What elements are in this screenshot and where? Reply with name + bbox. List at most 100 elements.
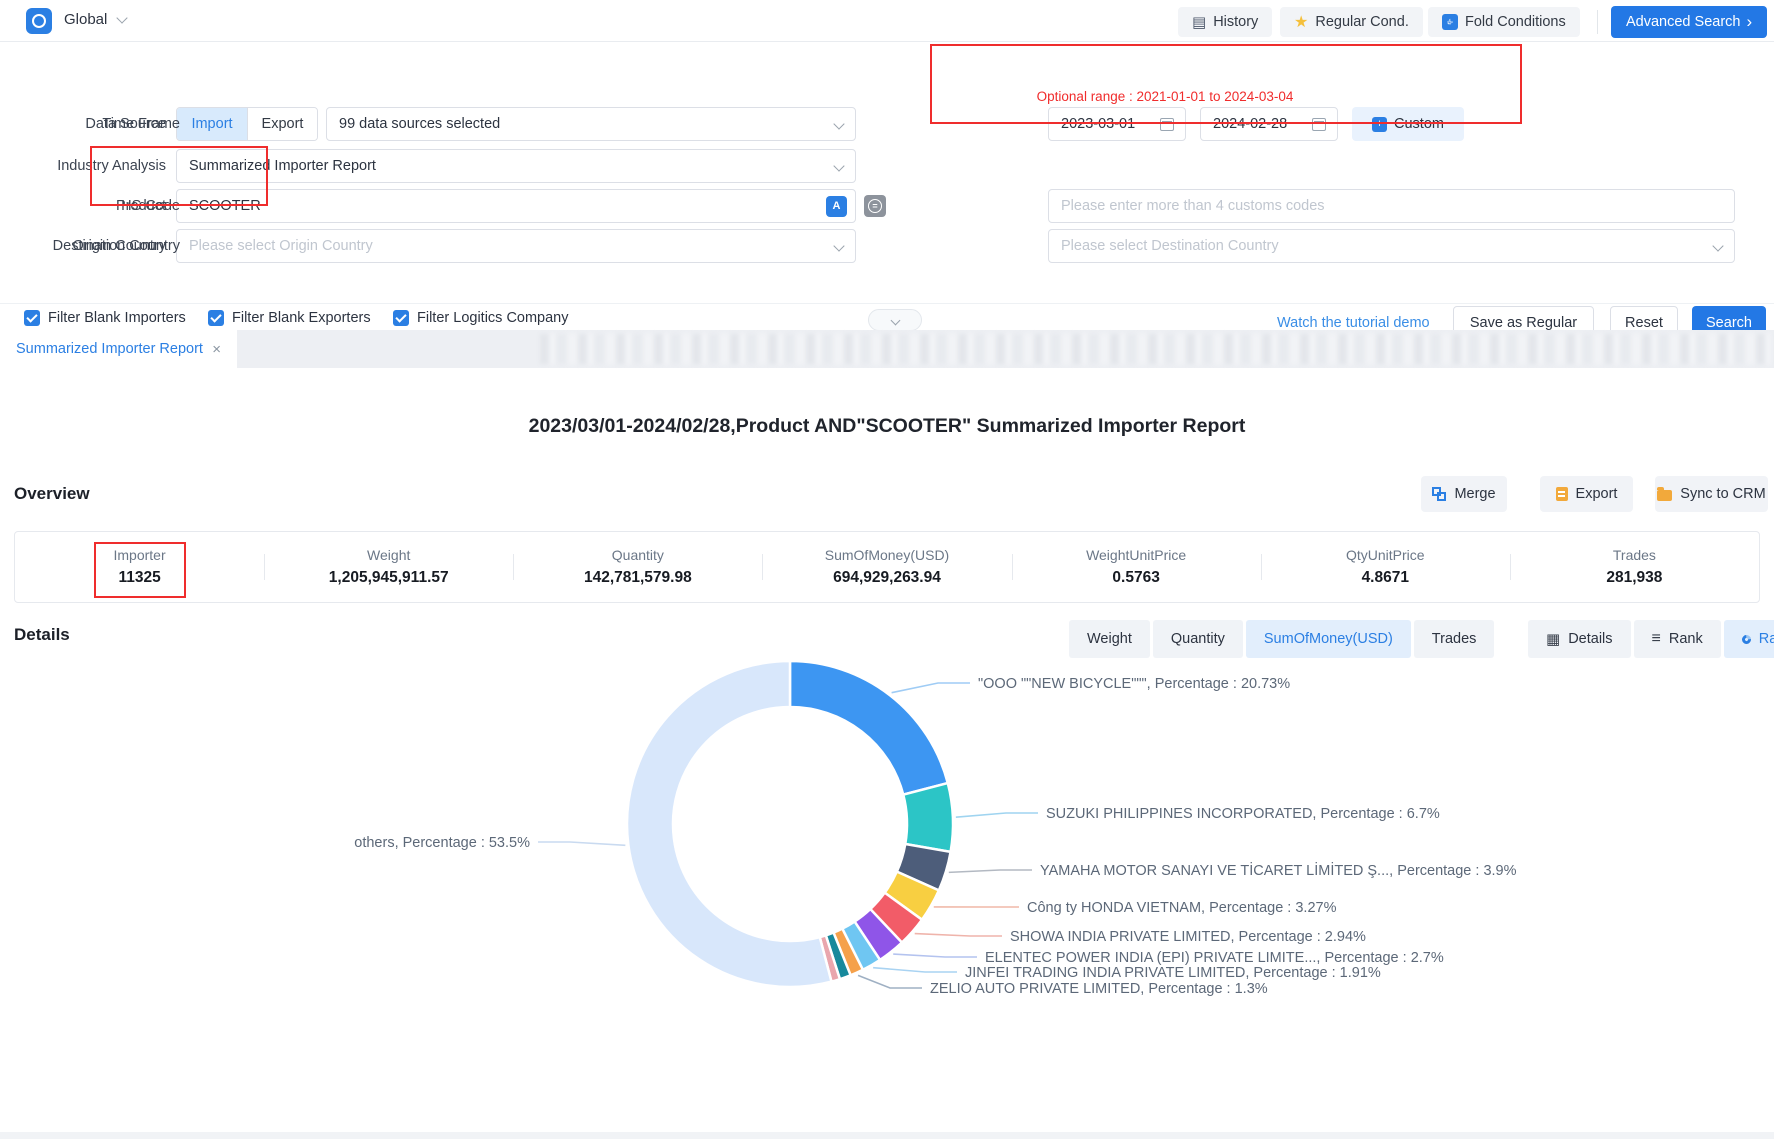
chart-label: JINFEI TRADING INDIA PRIVATE LIMITED, Pe… xyxy=(965,965,1381,981)
search-form: Data Source Import Export 99 data source… xyxy=(0,42,1774,304)
product-input[interactable] xyxy=(177,198,855,214)
translate-icon[interactable]: A xyxy=(826,196,847,217)
chart-label: Công ty HONDA VIETNAM, Percentage : 3.27… xyxy=(1027,900,1337,916)
chevron-down-icon xyxy=(890,315,900,325)
merge-icon xyxy=(1432,487,1446,501)
chevron-right-icon: › xyxy=(1746,12,1752,32)
tab-quantity[interactable]: Quantity xyxy=(1153,620,1243,658)
importer-share-donut-chart: "OOO ""NEW BICYCLE""", Percentage : 20.7… xyxy=(0,660,1774,1139)
stat-weight: Weight 1,205,945,911.57 xyxy=(264,532,513,602)
overview-heading: Overview xyxy=(14,484,90,504)
destination-country-select[interactable]: Please select Destination Country xyxy=(1048,229,1735,263)
global-logo-icon xyxy=(26,8,52,34)
divider xyxy=(1597,10,1598,34)
export-tab[interactable]: Export xyxy=(247,108,317,140)
chart-leader-line xyxy=(956,813,1038,817)
blurred-tabs-area xyxy=(540,334,1774,364)
advanced-search-button[interactable]: Advanced Search › xyxy=(1611,6,1767,38)
chart-leader-line xyxy=(538,842,625,845)
donut-segment[interactable] xyxy=(790,661,948,795)
chevron-down-icon xyxy=(833,118,844,129)
bottom-divider xyxy=(0,1132,1774,1139)
overview-stats-card: Importer 11325 Weight 1,205,945,911.57 Q… xyxy=(14,531,1760,603)
fold-conditions-button[interactable]: « Fold Conditions xyxy=(1428,7,1580,37)
sync-to-crm-button[interactable]: Sync to CRM xyxy=(1655,476,1768,512)
tab-sumofmoney[interactable]: SumOfMoney(USD) xyxy=(1246,620,1411,658)
chart-leader-line xyxy=(915,934,1002,936)
stat-qtyunitprice: QtyUnitPrice 4.8671 xyxy=(1261,532,1510,602)
import-tab[interactable]: Import xyxy=(177,108,247,140)
custom-range-button[interactable]: + Custom xyxy=(1352,107,1464,141)
report-title: 2023/03/01-2024/02/28,Product AND"SCOOTE… xyxy=(0,415,1774,438)
origin-country-select[interactable]: Please select Origin Country xyxy=(176,229,856,263)
chart-label: YAMAHA MOTOR SANAYI VE TİCARET LİMİTED Ş… xyxy=(1040,861,1517,879)
history-icon: ▤ xyxy=(1192,13,1206,31)
stat-importer: Importer 11325 xyxy=(15,532,264,602)
tab-weight[interactable]: Weight xyxy=(1069,620,1150,658)
tutorial-demo-link[interactable]: Watch the tutorial demo xyxy=(1277,315,1430,331)
calendar-icon xyxy=(1312,118,1326,131)
checkbox-checked-icon xyxy=(24,310,40,326)
date-end-field[interactable]: 2024-02-28 xyxy=(1200,107,1338,141)
report-tab-strip: Summarized Importer Report × xyxy=(0,330,1774,368)
stat-sumofmoney: SumOfMoney(USD) 694,929,263.94 xyxy=(762,532,1011,602)
donut-segment[interactable] xyxy=(627,661,831,987)
chart-leader-line xyxy=(858,975,922,988)
filter-blank-exporters-checkbox[interactable]: Filter Blank Exporters xyxy=(208,310,371,326)
export-button[interactable]: Export xyxy=(1540,476,1633,512)
close-icon[interactable]: × xyxy=(212,341,221,358)
region-selector[interactable]: Global xyxy=(64,11,107,28)
view-tab-group: ▦ Details ≡ Rank Ratio xyxy=(1528,620,1774,658)
chart-leader-line xyxy=(892,683,970,693)
industry-analysis-label: Industry Analysis xyxy=(0,149,166,183)
chart-label: others, Percentage : 53.5% xyxy=(354,835,530,851)
date-start-field[interactable]: 2023-03-01 xyxy=(1048,107,1186,141)
optional-range-note: Optional range : 2021-01-01 to 2024-03-0… xyxy=(940,89,1390,104)
filter-blank-importers-checkbox[interactable]: Filter Blank Importers xyxy=(24,310,186,326)
donut-segment[interactable] xyxy=(903,783,953,852)
tab-ratio-view[interactable]: Ratio xyxy=(1724,620,1774,658)
calendar-icon xyxy=(1160,118,1174,131)
chart-leader-line xyxy=(893,954,977,957)
checkbox-checked-icon xyxy=(393,310,409,326)
chevron-down-icon xyxy=(833,240,844,251)
rank-list-icon: ≡ xyxy=(1652,631,1661,647)
hs-code-input[interactable] xyxy=(1049,198,1734,214)
filter-logitics-company-checkbox[interactable]: Filter Logitics Company xyxy=(393,310,569,326)
export-file-icon xyxy=(1556,487,1568,501)
hs-code-field xyxy=(1048,189,1735,223)
expand-conditions-button[interactable] xyxy=(868,309,922,331)
chart-label: SUZUKI PHILIPPINES INCORPORATED, Percent… xyxy=(1046,806,1440,822)
page: Global ▤ History ★ Regular Cond. « Fold … xyxy=(0,0,1774,1139)
tab-rank-view[interactable]: ≡ Rank xyxy=(1634,620,1721,658)
stat-quantity: Quantity 142,781,579.98 xyxy=(513,532,762,602)
tab-trades[interactable]: Trades xyxy=(1414,620,1495,658)
time-frame-label: Time Frame xyxy=(0,107,180,141)
chevron-down-icon xyxy=(1712,240,1723,251)
data-sources-select[interactable]: 99 data sources selected xyxy=(326,107,856,141)
product-field: A xyxy=(176,189,856,223)
regular-cond-button[interactable]: ★ Regular Cond. xyxy=(1280,7,1423,37)
history-button[interactable]: ▤ History xyxy=(1178,7,1272,37)
top-bar: Global ▤ History ★ Regular Cond. « Fold … xyxy=(0,0,1774,42)
checkbox-checked-icon xyxy=(208,310,224,326)
star-icon: ★ xyxy=(1294,12,1308,32)
folder-icon xyxy=(1657,490,1672,501)
details-heading: Details xyxy=(14,625,70,645)
chevron-down-icon[interactable] xyxy=(116,12,127,23)
donut-icon xyxy=(1740,633,1753,646)
merge-button[interactable]: Merge xyxy=(1421,476,1507,512)
chart-label: ZELIO AUTO PRIVATE LIMITED, Percentage :… xyxy=(930,981,1268,997)
hs-code-label: HS Code xyxy=(0,189,180,223)
chart-leader-line xyxy=(949,870,1032,872)
custom-icon: + xyxy=(1372,117,1387,132)
tab-details-view[interactable]: ▦ Details xyxy=(1528,620,1631,658)
chart-label: SHOWA INDIA PRIVATE LIMITED, Percentage … xyxy=(1010,929,1366,945)
metric-tab-group: Weight Quantity SumOfMoney(USD) Trades xyxy=(1069,620,1494,658)
chevron-down-icon xyxy=(833,160,844,171)
industry-analysis-select[interactable]: Summarized Importer Report xyxy=(176,149,856,183)
tab-summarized-importer-report[interactable]: Summarized Importer Report × xyxy=(0,330,237,368)
table-icon: ▦ xyxy=(1546,632,1560,647)
exact-match-icon[interactable]: = xyxy=(864,195,886,217)
destination-country-label: Destination Country xyxy=(0,229,180,263)
